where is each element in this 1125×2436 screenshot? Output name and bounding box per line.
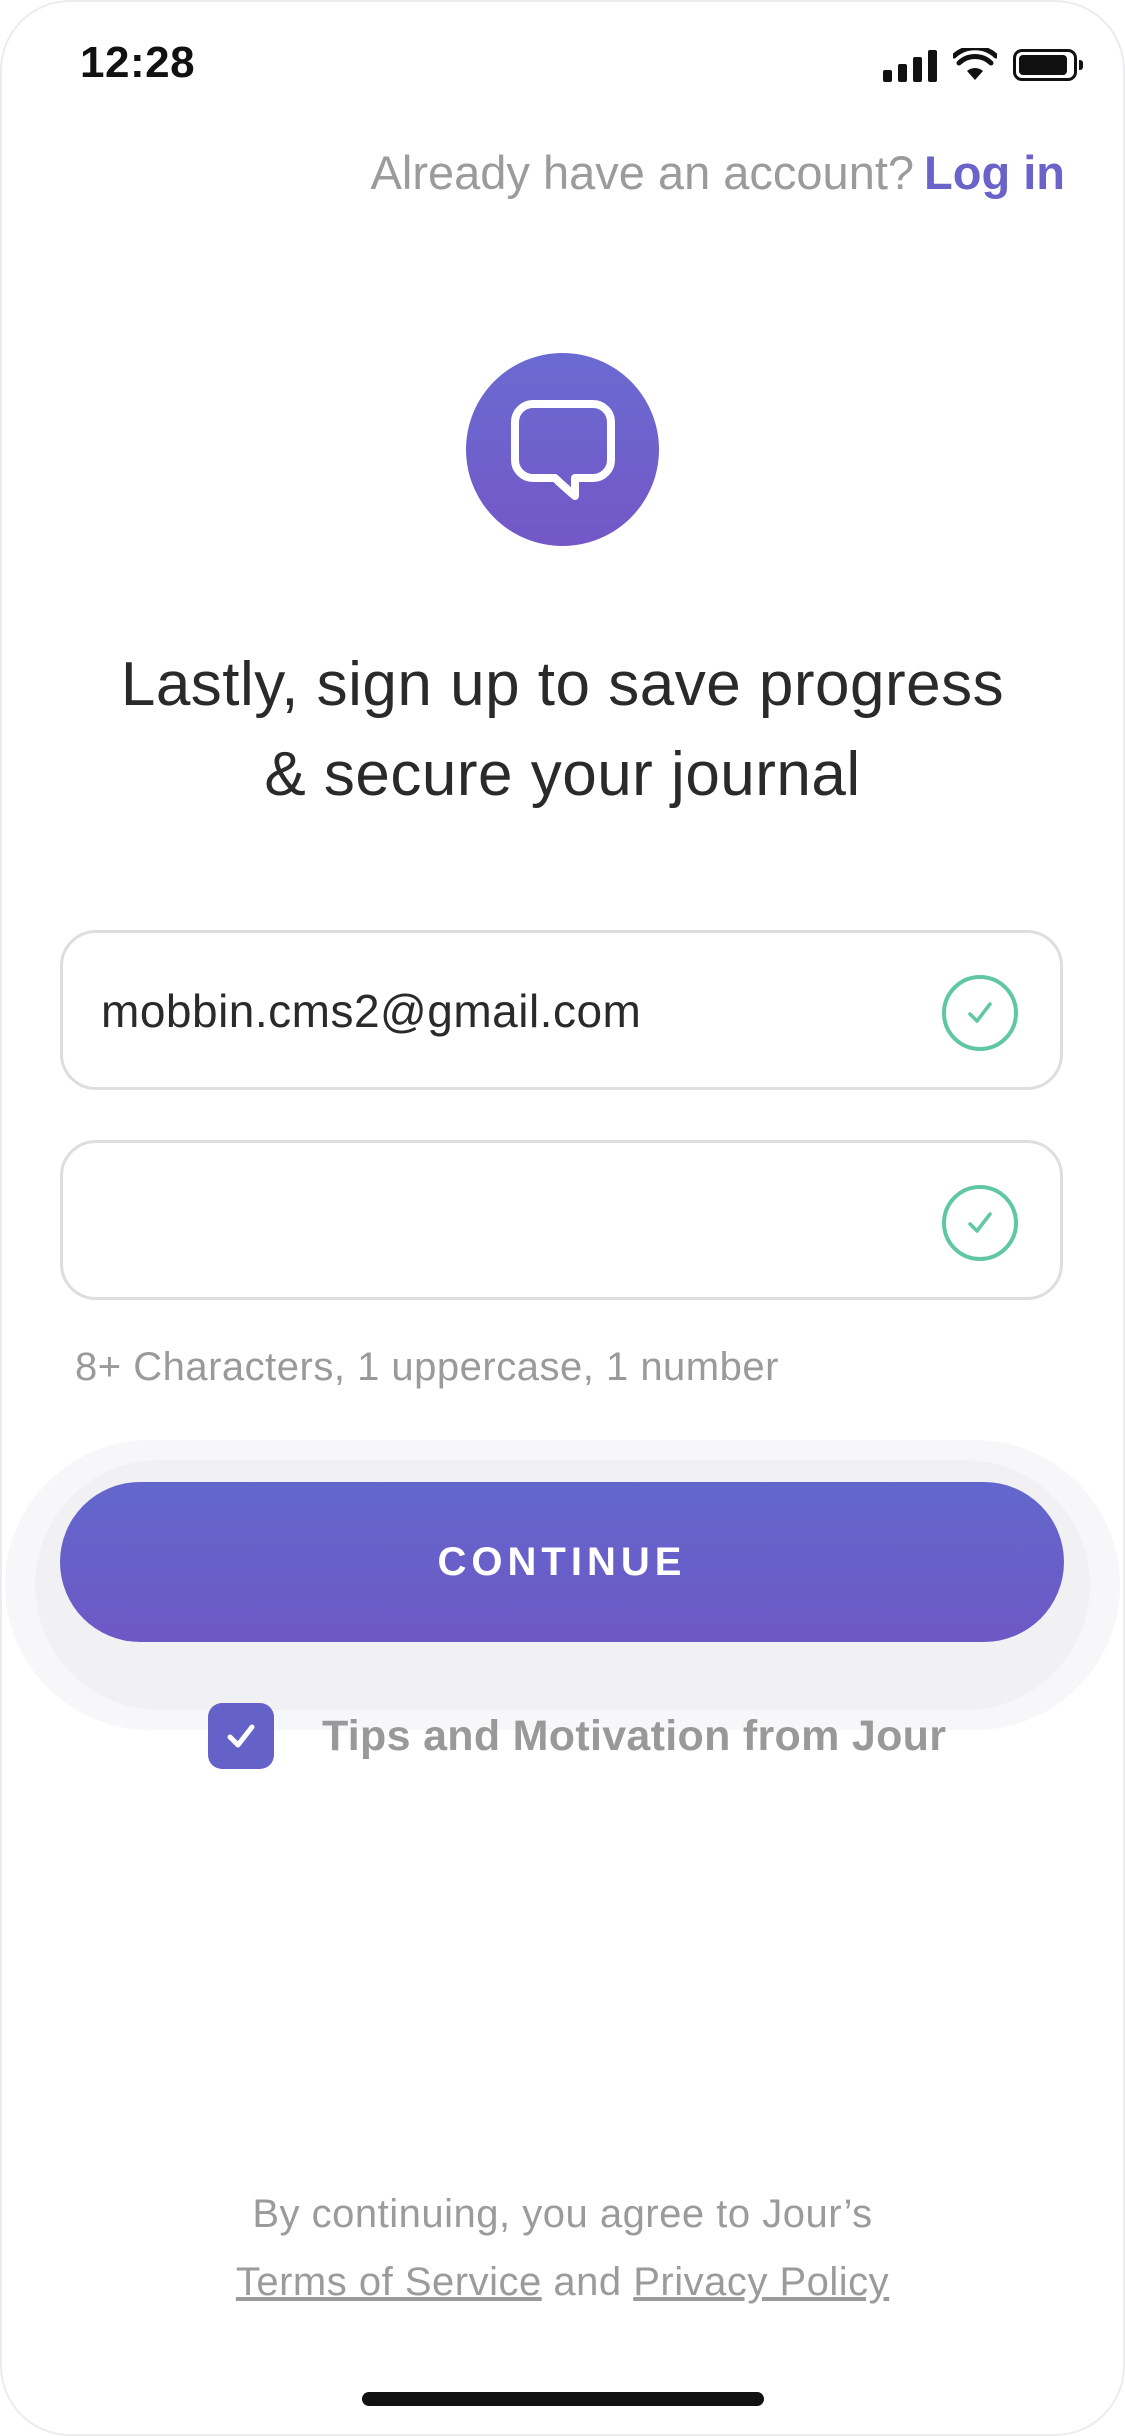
app-logo <box>466 353 659 546</box>
wifi-icon <box>953 48 997 80</box>
email-valid-check-icon <box>942 975 1018 1051</box>
checkmark-icon <box>227 1724 255 1748</box>
signal-icon <box>883 48 937 82</box>
status-time: 12:28 <box>80 38 196 87</box>
login-link[interactable]: Log in <box>924 146 1065 199</box>
status-icons <box>883 48 1083 82</box>
password-valid-check-icon <box>942 1185 1018 1261</box>
login-prompt-text: Already have an account? <box>370 146 915 199</box>
privacy-policy-link[interactable]: Privacy Policy <box>633 2260 889 2304</box>
terms-of-service-link[interactable]: Terms of Service <box>236 2260 542 2304</box>
password-input[interactable] <box>99 1143 903 1299</box>
speech-bubble-icon <box>510 399 615 500</box>
battery-icon <box>1013 49 1083 81</box>
signup-screen: 12:28 Already have an account? Log in Las… <box>0 0 1125 2436</box>
page-title: Lastly, sign up to save progress & secur… <box>60 640 1065 820</box>
title-line-2: & secure your journal <box>264 740 861 809</box>
password-hint: 8+ Characters, 1 uppercase, 1 number <box>75 1345 779 1389</box>
login-prompt: Already have an account? Log in <box>371 145 1065 200</box>
home-indicator <box>362 2392 764 2406</box>
legal-text: By continuing, you agree to Jour’s Terms… <box>0 2180 1125 2316</box>
title-line-1: Lastly, sign up to save progress <box>120 650 1005 719</box>
legal-line-2: Terms of Service and Privacy Policy <box>0 2248 1125 2316</box>
newsletter-label: Tips and Motivation from Jour <box>322 1711 947 1760</box>
password-field[interactable] <box>60 1140 1063 1300</box>
email-field[interactable] <box>60 930 1063 1090</box>
legal-line-1: By continuing, you agree to Jour’s <box>252 2192 873 2236</box>
email-input[interactable] <box>99 933 903 1089</box>
newsletter-checkbox[interactable] <box>208 1703 274 1769</box>
legal-and: and <box>553 2260 622 2304</box>
newsletter-option: Tips and Motivation from Jour <box>208 1703 946 1769</box>
continue-button[interactable]: CONTINUE <box>60 1482 1064 1642</box>
